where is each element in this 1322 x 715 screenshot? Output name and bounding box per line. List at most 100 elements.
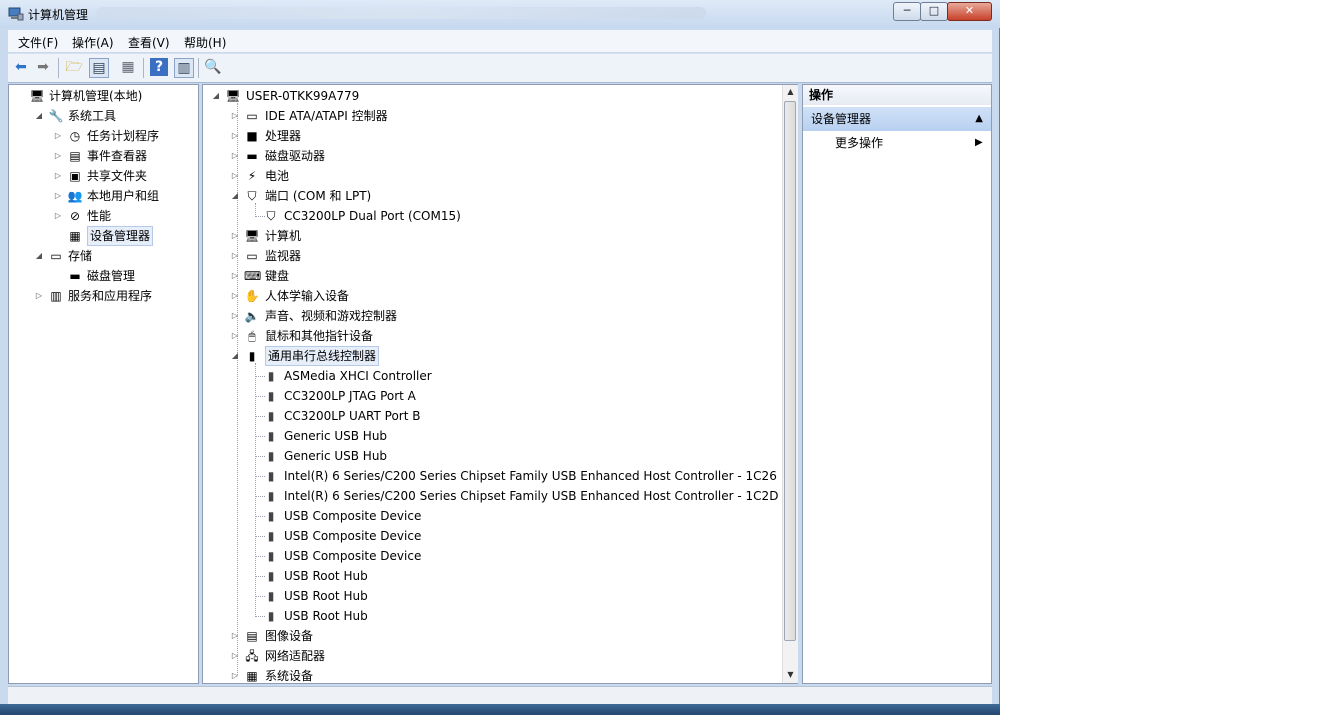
expand-arrow-icon[interactable]: ▷ <box>230 666 240 686</box>
collapse-arrow-icon[interactable]: ◢ <box>230 186 240 206</box>
device-category[interactable]: ▷ ✋ 人体学输入设备 <box>203 286 783 306</box>
device-item[interactable]: ▮ Intel(R) 6 Series/C200 Series Chipset F… <box>203 486 783 506</box>
device-item[interactable]: ▮ ASMedia XHCI Controller <box>203 366 783 386</box>
expand-arrow-icon[interactable]: ▷ <box>230 326 240 346</box>
expand-arrow-icon[interactable]: ▷ <box>230 226 240 246</box>
expand-arrow-icon[interactable]: ▷ <box>230 106 240 126</box>
device-category[interactable]: ▷ 🖧 网络适配器 <box>203 646 783 666</box>
usb-icon: ▮ <box>267 529 275 543</box>
device-item[interactable]: ▮ USB Root Hub <box>203 566 783 586</box>
scan-hardware-icon[interactable]: 🔍 <box>204 58 222 76</box>
expand-arrow-icon[interactable]: ▷ <box>230 146 240 166</box>
toolbar-separator <box>198 58 199 78</box>
forward-arrow-icon[interactable]: ➡ <box>34 58 52 76</box>
expand-arrow-icon[interactable]: ▷ <box>53 206 63 226</box>
device-category[interactable]: ▷ ⚡ 电池 <box>203 166 783 186</box>
actions-section-label: 设备管理器 <box>811 112 872 126</box>
device-item[interactable]: ▮ Generic USB Hub <box>203 426 783 446</box>
device-category[interactable]: ◢ ▮ 通用串行总线控制器 <box>203 346 783 366</box>
nav-tree-item[interactable]: ▷ ⊘ 性能 <box>9 206 197 226</box>
nav-tree-item[interactable]: ◢ ▭ 存储 <box>9 246 197 266</box>
device-category[interactable]: ▷ 🖱 鼠标和其他指针设备 <box>203 326 783 346</box>
menu-action[interactable]: 操作(A) <box>72 34 114 51</box>
nav-tree-item[interactable]: ▬ 磁盘管理 <box>9 266 197 286</box>
expand-arrow-icon[interactable]: ▷ <box>230 246 240 266</box>
expand-arrow-icon[interactable]: ▷ <box>53 166 63 186</box>
nav-tree-item[interactable]: 🖥 计算机管理(本地) <box>9 86 197 106</box>
expand-arrow-icon[interactable]: ▷ <box>53 186 63 206</box>
nav-tree-item[interactable]: ▦ 设备管理器 <box>9 226 197 246</box>
scroll-down-arrow-icon[interactable]: ▼ <box>783 668 798 682</box>
device-category[interactable]: ▷ ■ 处理器 <box>203 126 783 146</box>
expand-arrow-icon[interactable]: ▷ <box>230 126 240 146</box>
device-category[interactable]: ◢ ⛉ 端口 (COM 和 LPT) <box>203 186 783 206</box>
nav-tree-item[interactable]: ▷ ▥ 服务和应用程序 <box>9 286 197 306</box>
back-arrow-icon[interactable]: ⬅ <box>12 58 30 76</box>
vertical-scrollbar[interactable]: ▲ ▼ <box>782 85 798 683</box>
device-item[interactable]: ▮ Generic USB Hub <box>203 446 783 466</box>
collapse-triangle-icon[interactable]: ▲ <box>975 107 983 131</box>
device-item[interactable]: ▮ CC3200LP JTAG Port A <box>203 386 783 406</box>
nav-tree-item-label: 系统工具 <box>68 109 117 123</box>
up-folder-icon[interactable]: 🗁 <box>65 58 83 76</box>
collapse-arrow-icon[interactable]: ◢ <box>211 86 221 106</box>
expand-arrow-icon[interactable]: ▷ <box>53 126 63 146</box>
expand-arrow-icon[interactable]: ▷ <box>230 626 240 646</box>
scrollbar-thumb[interactable] <box>784 101 796 641</box>
show-hide-tree-icon[interactable]: ▤ <box>89 58 109 78</box>
device-item[interactable]: ▮ USB Root Hub <box>203 606 783 626</box>
device-category[interactable]: ▷ ⌨ 键盘 <box>203 266 783 286</box>
menu-view[interactable]: 查看(V) <box>128 34 170 51</box>
device-item-label: USB Composite Device <box>284 549 422 563</box>
tree-connector-line <box>255 363 256 615</box>
device-category[interactable]: ▷ ▬ 磁盘驱动器 <box>203 146 783 166</box>
device-category[interactable]: ▷ ▭ 监视器 <box>203 246 783 266</box>
device-item[interactable]: ▮ USB Composite Device <box>203 526 783 546</box>
expand-arrow-icon[interactable]: ▷ <box>230 286 240 306</box>
device-item[interactable]: ▮ USB Composite Device <box>203 546 783 566</box>
device-tree-root-label: USER-0TKK99A779 <box>246 89 360 103</box>
close-button[interactable]: ✕ <box>947 2 992 21</box>
collapse-arrow-icon[interactable]: ◢ <box>34 246 44 266</box>
device-category[interactable]: ▷ 🔈 声音、视频和游戏控制器 <box>203 306 783 326</box>
device-category[interactable]: ▷ ▭ IDE ATA/ATAPI 控制器 <box>203 106 783 126</box>
scroll-up-arrow-icon[interactable]: ▲ <box>783 85 798 99</box>
device-category[interactable]: ▷ 🖥 计算机 <box>203 226 783 246</box>
device-item[interactable]: ▮ Intel(R) 6 Series/C200 Series Chipset F… <box>203 466 783 486</box>
device-item[interactable]: ⛉ CC3200LP Dual Port (COM15) <box>203 206 783 226</box>
minimize-button[interactable]: ─ <box>893 2 921 21</box>
more-actions-link[interactable]: 更多操作 <box>835 135 883 151</box>
system-icon: ▦ <box>246 669 258 683</box>
expand-arrow-icon[interactable]: ▷ <box>230 646 240 666</box>
menu-file[interactable]: 文件(F) <box>18 34 58 51</box>
menu-help[interactable]: 帮助(H) <box>184 34 226 51</box>
nav-tree-item[interactable]: ▷ 👥 本地用户和组 <box>9 186 197 206</box>
submenu-arrow-icon[interactable]: ▶ <box>975 137 983 148</box>
properties-icon[interactable]: ▦ <box>119 58 137 76</box>
expand-arrow-icon[interactable]: ▷ <box>53 146 63 166</box>
device-category-label: 通用串行总线控制器 <box>265 346 380 366</box>
camera-icon: ▤ <box>246 629 258 643</box>
device-category[interactable]: ▷ ▦ 系统设备 <box>203 666 783 686</box>
device-tree-root[interactable]: ◢ 🖥 USER-0TKK99A779 <box>203 86 783 106</box>
device-category-label: 系统设备 <box>265 669 314 683</box>
expand-arrow-icon[interactable]: ▷ <box>34 286 44 306</box>
nav-tree-item[interactable]: ▷ ▣ 共享文件夹 <box>9 166 197 186</box>
nav-tree-item[interactable]: ◢ 🔧 系统工具 <box>9 106 197 126</box>
device-item[interactable]: ▮ USB Composite Device <box>203 506 783 526</box>
nav-tree-item[interactable]: ▷ ▤ 事件查看器 <box>9 146 197 166</box>
nav-tree-item[interactable]: ▷ ◷ 任务计划程序 <box>9 126 197 146</box>
help-icon[interactable]: ? <box>150 58 168 76</box>
device-category[interactable]: ▷ ▤ 图像设备 <box>203 626 783 646</box>
collapse-arrow-icon[interactable]: ◢ <box>230 346 240 366</box>
expand-arrow-icon[interactable]: ▷ <box>230 266 240 286</box>
show-hide-action-pane-icon[interactable]: ▥ <box>174 58 194 78</box>
expand-arrow-icon[interactable]: ▷ <box>230 166 240 186</box>
usb-icon: ▮ <box>267 549 275 563</box>
maximize-button[interactable]: □ <box>920 2 948 21</box>
collapse-arrow-icon[interactable]: ◢ <box>34 106 44 126</box>
device-item[interactable]: ▮ USB Root Hub <box>203 586 783 606</box>
device-item[interactable]: ▮ CC3200LP UART Port B <box>203 406 783 426</box>
actions-section-device-manager[interactable]: 设备管理器 ▲ <box>803 107 991 131</box>
expand-arrow-icon[interactable]: ▷ <box>230 306 240 326</box>
